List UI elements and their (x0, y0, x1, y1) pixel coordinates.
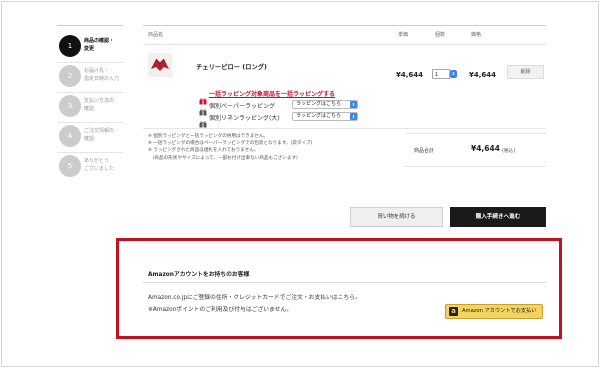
unit-price: ¥4,644 (396, 71, 424, 79)
step-2: 2 お届け先・ 指定日時の入力 (57, 65, 127, 93)
amazon-logo-icon: a (449, 307, 458, 316)
checkout-button[interactable]: 購入手続きへ進む (450, 207, 546, 227)
step-label: ご注文情報の 確認 (84, 128, 115, 142)
step-5: 5 ありがとう ございました (57, 155, 127, 181)
wrap-paper-label: 個別ペーパーラッピング (209, 103, 275, 110)
continue-shopping-button[interactable]: 買い物を続ける (350, 207, 443, 227)
header-qty: 個数 (435, 32, 446, 38)
delete-button[interactable]: 削除 (507, 65, 544, 79)
header-product: 商品名 (148, 32, 164, 38)
select-arrow-icon: ⬍ (350, 101, 357, 108)
amazon-description: Amazon.co.jpにご登録の住所・クレジットカードでご注文・お支払いはこち… (148, 295, 361, 313)
gift-icon (199, 113, 207, 128)
amazon-section-title: Amazonアカウントをお持ちのお客様 (148, 272, 250, 278)
step-1: 1 商品の確認・ 変更 (57, 35, 127, 63)
line-price: ¥4,644 (469, 71, 497, 79)
tax-note: (税込) (502, 149, 516, 154)
wrapping-notes: ※ 個別ラッピングと一括ラッピングの併用はできません。 ※ 一括ラッピングの場合… (148, 134, 313, 161)
wrap-linen-label: 個別リネンラッピング(大) (209, 115, 280, 122)
gift-icon (199, 101, 207, 116)
step-label: 支払い方法の 確認 (84, 98, 115, 112)
step-label: 商品の確認・ 変更 (84, 38, 115, 52)
amazon-pay-label: Amazon アカウントでお支払い (462, 308, 537, 314)
step-label: ありがとう ございました (84, 158, 115, 172)
amazon-pay-button[interactable]: a Amazon アカウントでお支払い (445, 304, 543, 319)
subtotal-label: 商品合計 (414, 148, 435, 154)
cherry-pillow-image (151, 58, 169, 71)
amazon-highlight-box (116, 238, 562, 339)
wrap-paper-select[interactable]: ラッピングはこちら ⬍ (292, 100, 358, 109)
step-label: お届け先・ 指定日時の入力 (84, 68, 120, 82)
step-3: 3 支払い方法の 確認 (57, 95, 127, 123)
subtotal-value: ¥4,644 (471, 144, 500, 153)
product-thumbnail[interactable] (148, 53, 172, 77)
wrap-all-link[interactable]: 一括ラッピング対象商品を一括ラッピングする (209, 89, 335, 98)
header-price: 価格 (471, 32, 482, 38)
gift-icon (199, 90, 207, 105)
quantity-dropdown-arrow-icon[interactable]: ⬍ (450, 70, 457, 78)
header-unit-price: 単価 (398, 32, 409, 38)
quantity-select[interactable]: 1 (432, 69, 450, 79)
wrap-linen-select[interactable]: ラッピングはこちら ⬍ (292, 112, 358, 121)
product-name[interactable]: チェリーピロー (ロング) (196, 62, 267, 71)
select-arrow-icon: ⬍ (350, 113, 357, 120)
step-4: 4 ご注文情報の 確認 (57, 125, 127, 153)
